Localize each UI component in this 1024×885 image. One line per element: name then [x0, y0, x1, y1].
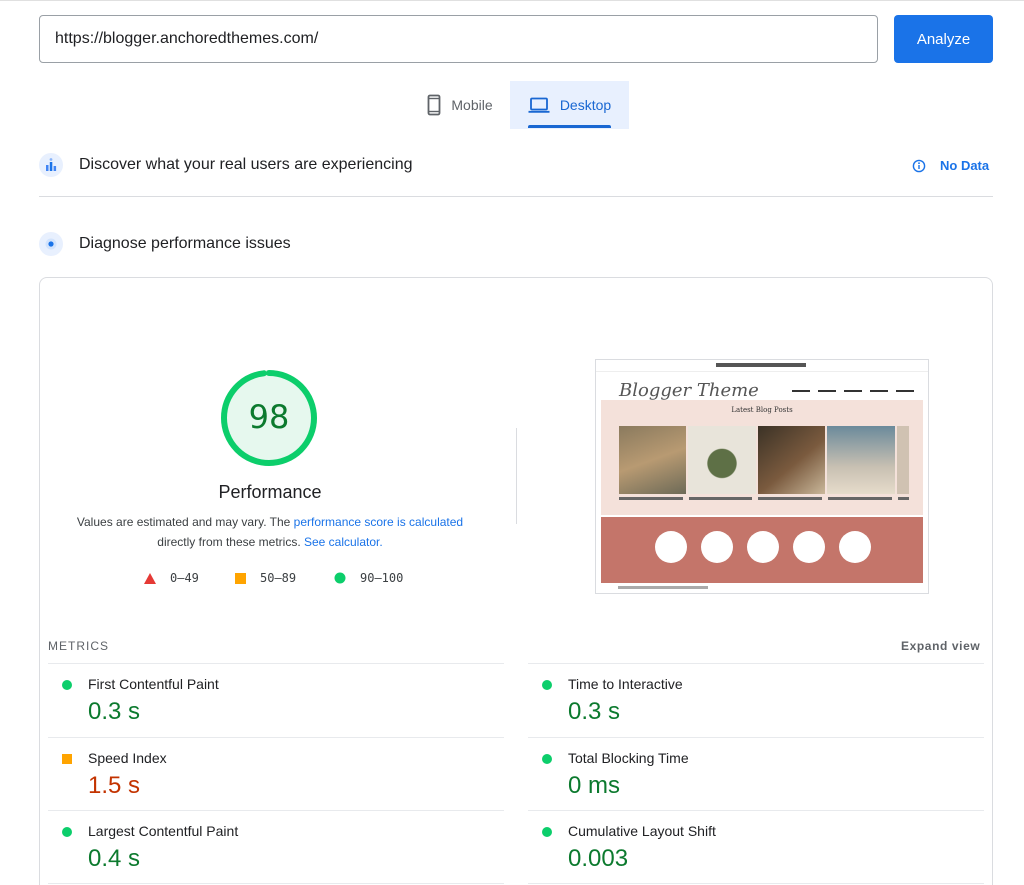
- pass-circle-icon: [542, 754, 552, 764]
- users-chart-icon: [39, 153, 63, 177]
- metric-name: Cumulative Layout Shift: [568, 823, 716, 839]
- performance-score-link[interactable]: performance score is calculated: [294, 515, 463, 529]
- phone-icon: [427, 94, 441, 116]
- pass-circle-icon: [542, 680, 552, 690]
- metric-value: 0.3 s: [88, 698, 141, 725]
- metric-name: Speed Index: [88, 750, 167, 766]
- top-border: [0, 0, 1024, 1]
- metric-divider: [48, 883, 504, 884]
- metric-value: 0.3 s: [568, 698, 621, 725]
- desc-text-1: Values are estimated and may vary. The: [76, 515, 294, 529]
- tab-mobile-label: Mobile: [451, 97, 493, 113]
- triangle-icon: [144, 572, 156, 584]
- info-icon: [912, 159, 926, 172]
- crux-title: Discover what your real users are experi…: [79, 156, 413, 173]
- metric-value: 0.4 s: [88, 845, 141, 872]
- legend-fail-label: 0–49: [170, 571, 199, 585]
- metric-value: 1.5 s: [88, 772, 141, 799]
- section-divider: [39, 196, 993, 197]
- crux-section-header: Discover what your real users are experi…: [39, 153, 412, 177]
- square-icon: [235, 572, 246, 584]
- performance-description: Values are estimated and may vary. The p…: [60, 512, 480, 552]
- metric-name: Total Blocking Time: [568, 750, 689, 766]
- metric-name: Largest Contentful Paint: [88, 823, 239, 839]
- metrics-heading: METRICS: [48, 639, 109, 653]
- tab-mobile[interactable]: Mobile: [410, 81, 510, 129]
- pass-circle-icon: [62, 680, 72, 690]
- diagnose-title: Diagnose performance issues: [79, 235, 291, 252]
- analyze-button[interactable]: Analyze: [894, 15, 993, 63]
- metric-name: First Contentful Paint: [88, 676, 219, 692]
- metric-name: Time to Interactive: [568, 676, 683, 692]
- vertical-separator: [516, 428, 517, 524]
- circle-icon: [334, 572, 346, 584]
- url-input[interactable]: [39, 15, 878, 63]
- tab-desktop-label: Desktop: [559, 97, 612, 113]
- diagnose-section-header: Diagnose performance issues: [39, 232, 291, 256]
- no-data-label: No Data: [940, 158, 990, 173]
- laptop-icon: [528, 97, 550, 113]
- metric-divider: [48, 663, 504, 664]
- see-calculator-link[interactable]: See calculator.: [304, 535, 383, 549]
- metric-value: 0.003: [568, 845, 629, 872]
- metric-divider: [528, 663, 984, 664]
- pass-circle-icon: [542, 827, 552, 837]
- desc-text-2: directly from these metrics.: [157, 535, 304, 549]
- metric-divider: [48, 810, 504, 811]
- performance-score: 98: [248, 398, 290, 436]
- metric-divider: [48, 737, 504, 738]
- tab-desktop[interactable]: Desktop: [510, 81, 629, 129]
- metric-divider: [528, 883, 984, 884]
- no-data-indicator[interactable]: No Data: [912, 158, 989, 173]
- pass-circle-icon: [62, 827, 72, 837]
- legend-fail: 0–49: [144, 571, 199, 585]
- performance-label: Performance: [218, 482, 322, 502]
- metric-value: 0 ms: [568, 772, 621, 799]
- metric-divider: [528, 737, 984, 738]
- page-screenshot-thumbnail: Blogger Theme Latest Blog Posts: [595, 359, 929, 594]
- expand-view-toggle[interactable]: Expand view: [901, 639, 980, 653]
- legend-average-label: 50–89: [260, 571, 297, 585]
- legend-pass-label: 90–100: [360, 571, 404, 585]
- diagnose-icon: [39, 232, 63, 256]
- average-square-icon: [62, 754, 72, 764]
- metric-divider: [528, 810, 984, 811]
- legend-pass: 90–100: [334, 571, 403, 585]
- legend-average: 50–89: [235, 571, 296, 585]
